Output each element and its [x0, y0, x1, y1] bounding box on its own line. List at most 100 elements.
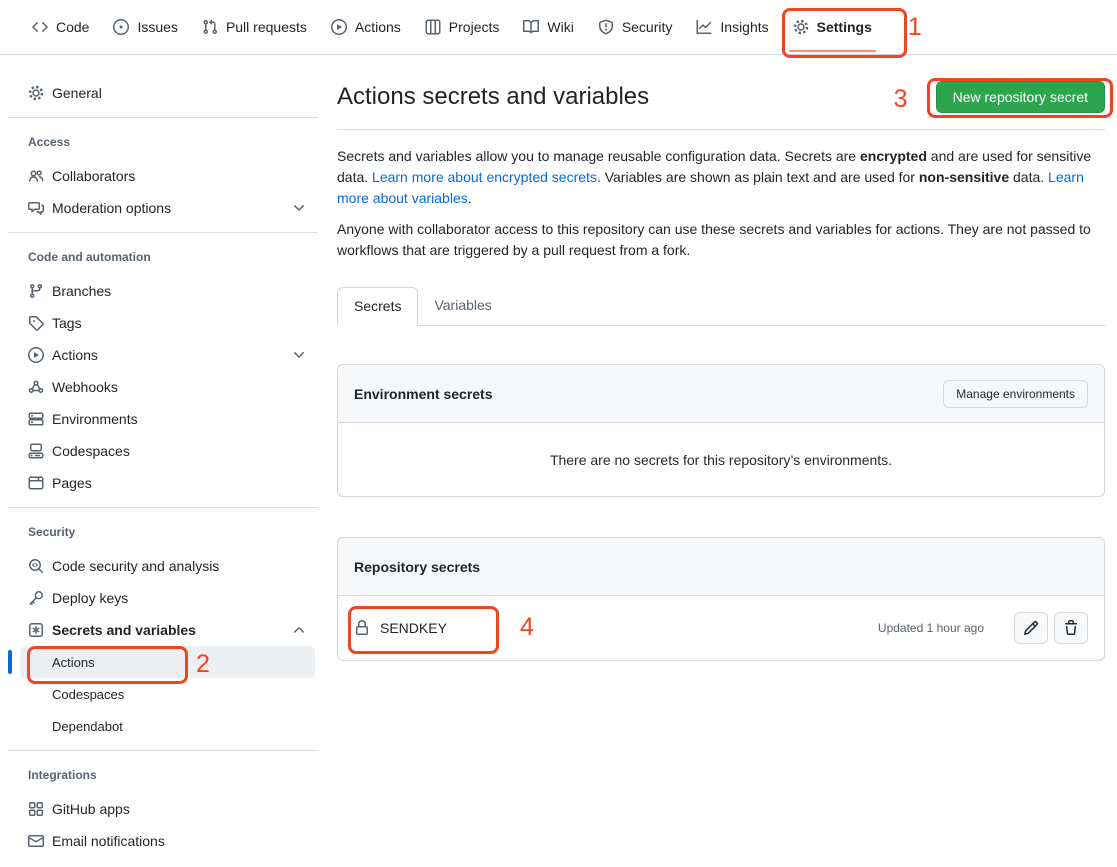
tab-label: Settings [817, 19, 872, 35]
main-content: Actions secrets and variables New reposi… [337, 55, 1105, 857]
comment-discussion-icon [28, 200, 44, 216]
sidebar-subitem-label: Dependabot [52, 719, 123, 734]
tab-issues[interactable]: Issues [113, 0, 177, 54]
sidebar-item-label: Pages [52, 475, 92, 491]
lock-icon [354, 620, 370, 636]
key-icon [28, 590, 44, 606]
repo-nav: Code Issues Pull requests Actions Projec… [0, 0, 1117, 55]
sidebar-item-general[interactable]: General [20, 77, 315, 109]
settings-sidebar: General Access Collaborators Moderation … [0, 55, 320, 857]
encrypted-secrets-link[interactable]: Learn more about encrypted secrets [372, 169, 597, 185]
sidebar-item-webhooks[interactable]: Webhooks [20, 371, 315, 403]
graph-icon [696, 19, 712, 35]
secrets-description: Secrets and variables allow you to manag… [337, 146, 1105, 209]
sidebar-item-secrets-and-variables[interactable]: Secrets and variables [20, 614, 315, 646]
tab-label: Actions [355, 19, 401, 35]
text-segment: . Variables are shown as plain text and … [597, 169, 919, 185]
annotation-number-4: 4 [520, 615, 534, 640]
tab-variables[interactable]: Variables [418, 287, 507, 325]
sidebar-item-label: Code security and analysis [52, 558, 219, 574]
sidebar-divider [8, 750, 318, 751]
sidebar-section-access: Access [20, 132, 315, 152]
sidebar-item-code-security[interactable]: Code security and analysis [20, 550, 315, 582]
text-segment-bold: encrypted [860, 148, 927, 164]
collaborator-access-note: Anyone with collaborator access to this … [337, 219, 1105, 261]
manage-environments-button[interactable]: Manage environments [943, 380, 1088, 408]
server-icon [28, 411, 44, 427]
tab-secrets[interactable]: Secrets [337, 287, 418, 326]
tab-label: Projects [449, 19, 500, 35]
settings-layout: General Access Collaborators Moderation … [0, 55, 1117, 857]
text-segment: Secrets and variables allow you to manag… [337, 148, 860, 164]
sidebar-subitem-dependabot[interactable]: Dependabot [20, 710, 315, 742]
sidebar-section-security: Security [20, 522, 315, 542]
sidebar-item-label: Secrets and variables [52, 622, 196, 638]
tab-settings[interactable]: Settings 1 [793, 0, 872, 54]
content-header: Actions secrets and variables New reposi… [337, 81, 1105, 130]
delete-secret-button[interactable] [1054, 612, 1088, 644]
sidebar-item-pages[interactable]: Pages [20, 467, 315, 499]
sidebar-subitem-actions[interactable]: Actions 2 [20, 646, 315, 678]
projects-icon [425, 19, 441, 35]
new-secret-button-wrap: New repository secret 3 [936, 81, 1105, 113]
sidebar-section-code-and-automation: Code and automation [20, 247, 315, 267]
secret-updated-timestamp: Updated 1 hour ago [878, 621, 984, 635]
environment-secrets-title: Environment secrets [354, 386, 493, 402]
git-branch-icon [28, 283, 44, 299]
sidebar-item-label: Email notifications [52, 833, 165, 849]
tab-pull-requests[interactable]: Pull requests [202, 0, 307, 54]
text-segment-bold: non-sensitive [919, 169, 1009, 185]
tab-security[interactable]: Security [598, 0, 673, 54]
shield-icon [598, 19, 614, 35]
sidebar-item-label: Collaborators [52, 168, 135, 184]
sidebar-subitem-codespaces[interactable]: Codespaces [20, 678, 315, 710]
chevron-down-icon [291, 347, 307, 363]
sidebar-item-label: GitHub apps [52, 801, 130, 817]
tab-label: Security [622, 19, 673, 35]
environment-secrets-header: Environment secrets Manage environments [338, 365, 1104, 423]
gear-icon [793, 19, 809, 35]
sidebar-item-actions[interactable]: Actions [20, 339, 315, 371]
trash-icon [1063, 620, 1079, 636]
sidebar-item-label: Branches [52, 283, 111, 299]
tab-projects[interactable]: Projects [425, 0, 500, 54]
chevron-down-icon [291, 200, 307, 216]
sidebar-item-moderation-options[interactable]: Moderation options [20, 192, 315, 224]
webhook-icon [28, 379, 44, 395]
book-icon [523, 19, 539, 35]
environment-secrets-empty-message: There are no secrets for this repository… [338, 423, 1104, 496]
active-item-marker [8, 650, 12, 674]
tab-label: Code [56, 19, 89, 35]
git-pull-request-icon [202, 19, 218, 35]
tab-actions[interactable]: Actions [331, 0, 401, 54]
edit-secret-button[interactable] [1014, 612, 1048, 644]
sidebar-item-tags[interactable]: Tags [20, 307, 315, 339]
github-settings-page: Code Issues Pull requests Actions Projec… [0, 0, 1117, 867]
sidebar-divider [8, 117, 318, 118]
tab-label: Issues [137, 19, 177, 35]
tab-code[interactable]: Code [32, 0, 89, 54]
sidebar-item-label: Environments [52, 411, 138, 427]
new-repository-secret-button[interactable]: New repository secret [936, 81, 1105, 113]
annotation-number-3: 3 [894, 87, 908, 112]
tab-label: Insights [720, 19, 768, 35]
sidebar-item-environments[interactable]: Environments [20, 403, 315, 435]
sidebar-item-label: Actions [52, 347, 98, 363]
secrets-variables-tabnav: Secrets Variables [337, 287, 1105, 326]
sidebar-item-email-notifications[interactable]: Email notifications [20, 825, 315, 857]
sidebar-item-deploy-keys[interactable]: Deploy keys [20, 582, 315, 614]
sidebar-item-label: Webhooks [52, 379, 118, 395]
tab-insights[interactable]: Insights [696, 0, 768, 54]
secret-row: SENDKEY 4 Updated 1 hour ago [338, 596, 1104, 660]
sidebar-item-codespaces[interactable]: Codespaces [20, 435, 315, 467]
sidebar-item-collaborators[interactable]: Collaborators [20, 160, 315, 192]
chevron-up-icon [291, 622, 307, 638]
issue-opened-icon [113, 19, 129, 35]
codescan-icon [28, 558, 44, 574]
sidebar-subitem-label: Codespaces [52, 687, 124, 702]
sidebar-item-github-apps[interactable]: GitHub apps [20, 793, 315, 825]
people-icon [28, 168, 44, 184]
sidebar-item-branches[interactable]: Branches [20, 275, 315, 307]
tab-wiki[interactable]: Wiki [523, 0, 573, 54]
sidebar-item-label: Deploy keys [52, 590, 128, 606]
